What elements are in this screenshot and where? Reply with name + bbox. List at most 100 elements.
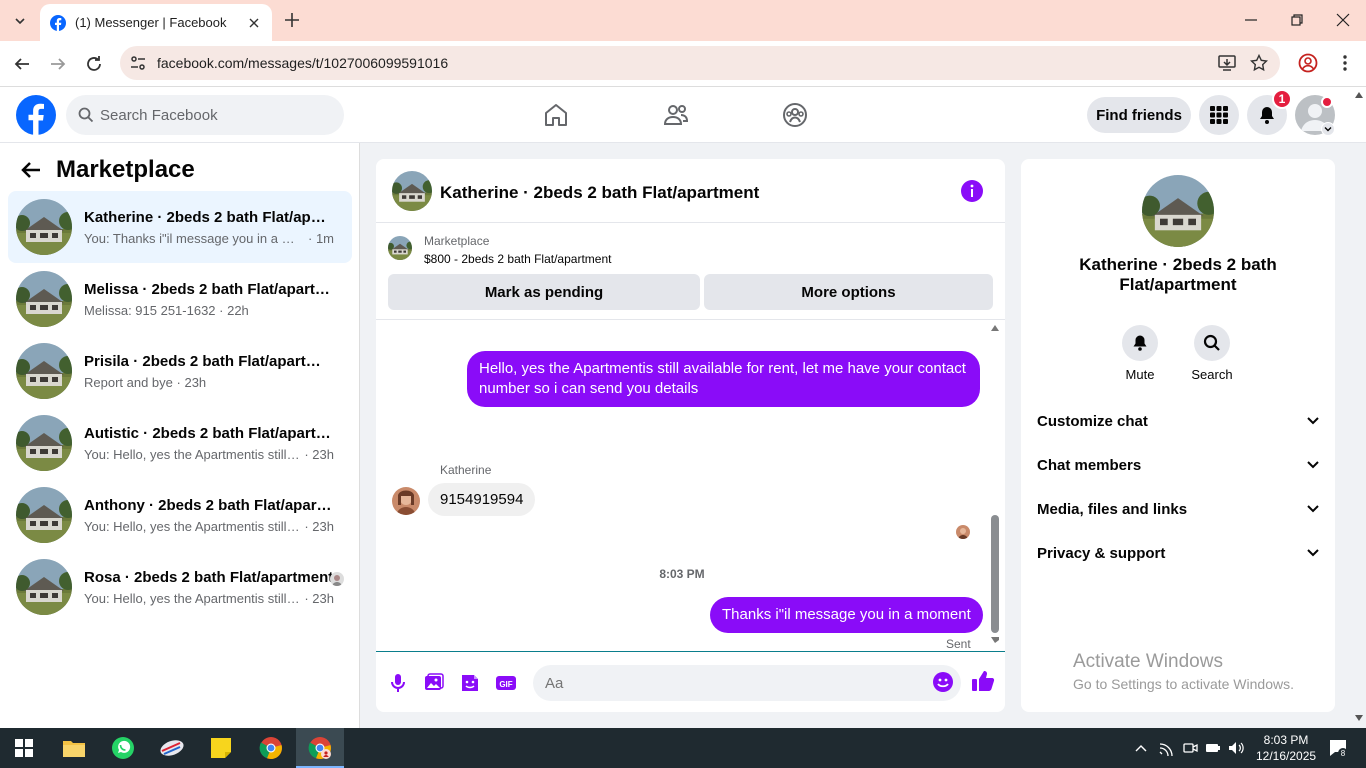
bookmark-star-icon[interactable] (1250, 54, 1268, 72)
section-label: Privacy & support (1037, 544, 1166, 562)
install-app-icon[interactable] (1218, 54, 1236, 72)
watermark-title: Activate Windows (1073, 651, 1223, 672)
file-explorer-app[interactable] (50, 728, 98, 768)
scroll-up-icon[interactable] (1355, 92, 1363, 98)
conversation-item[interactable]: Katherine · 2beds 2 bath Flat/apartment Y… (8, 191, 352, 263)
scroll-down-icon[interactable] (1355, 715, 1363, 721)
conversation-time: 23h (312, 446, 334, 462)
preview-separator: · (215, 302, 228, 318)
bell-icon (1260, 107, 1274, 124)
thread-scroll-thumb[interactable] (991, 515, 999, 633)
marketplace-sidebar: Marketplace Katherine · 2beds 2 bath Fla… (0, 143, 360, 728)
forward-arrow-icon[interactable] (48, 54, 68, 74)
account-alert-dot (1321, 96, 1333, 108)
chat-listing-thumbnail[interactable] (392, 171, 432, 211)
conversation-preview: Melissa: 915 251-1632 (84, 302, 216, 318)
privacy-support-section[interactable]: Privacy & support (1037, 531, 1319, 575)
conversation-item[interactable]: Melissa · 2beds 2 bath Flat/apartment Mel… (8, 263, 352, 335)
conversation-item[interactable]: Autistic · 2beds 2 bath Flat/apartment Yo… (8, 407, 352, 479)
sticker-icon[interactable] (459, 672, 481, 694)
page-scrollbar[interactable] (1352, 90, 1366, 728)
show-hidden-icons-icon[interactable] (1133, 740, 1149, 756)
new-tab-plus-icon[interactable] (282, 10, 302, 30)
listing-thumbnail[interactable] (388, 236, 412, 260)
message-input[interactable] (533, 665, 961, 701)
facebook-search-box[interactable] (66, 95, 344, 135)
battery-icon[interactable] (1205, 740, 1221, 756)
chat-title[interactable]: Katherine · 2beds 2 bath Flat/apartment (440, 183, 759, 203)
listing-title[interactable]: $800 - 2beds 2 bath Flat/apartment (424, 252, 611, 266)
outgoing-message[interactable]: Hello, yes the Apartmentis still availab… (467, 351, 980, 407)
conversation-item[interactable]: Anthony · 2beds 2 bath Flat/apartment You… (8, 479, 352, 551)
home-icon[interactable] (542, 101, 570, 129)
notification-count: 8 (1341, 749, 1346, 758)
back-button[interactable] (16, 155, 46, 185)
conversation-name: Anthony · 2beds 2 bath Flat/apartment (84, 496, 334, 514)
site-settings-icon[interactable] (129, 54, 147, 72)
sender-name: Katherine (440, 463, 492, 477)
gif-icon[interactable]: GIF (495, 672, 517, 694)
sticky-notes-app[interactable] (197, 728, 245, 768)
conversation-photo[interactable] (1142, 175, 1214, 247)
friends-icon[interactable] (662, 101, 690, 129)
conversation-name: Katherine · 2beds 2 bath Flat/apartment (84, 208, 334, 226)
chat-members-section[interactable]: Chat members (1037, 443, 1319, 487)
incoming-message[interactable]: 9154919594 (428, 483, 536, 516)
chrome-profile-app[interactable] (296, 728, 344, 768)
meet-now-icon[interactable] (1182, 740, 1198, 756)
search-in-conversation-button[interactable]: Search (1182, 325, 1242, 382)
account-chevron-icon[interactable] (1321, 122, 1335, 136)
bell-icon (1133, 335, 1147, 351)
read-receipt-avatar (956, 525, 970, 539)
tab-close-icon[interactable] (246, 15, 262, 31)
thumbs-up-icon[interactable] (971, 669, 995, 693)
conversation-time: 23h (312, 518, 334, 534)
chrome-menu-icon[interactable] (1335, 53, 1355, 73)
scroll-up-icon[interactable] (991, 325, 999, 331)
menu-grid-button[interactable] (1199, 95, 1239, 135)
whatsapp-app[interactable] (99, 728, 147, 768)
conversation-thumbnail (16, 415, 72, 471)
mute-button[interactable]: Mute (1110, 325, 1170, 382)
more-options-button[interactable]: More options (704, 274, 993, 310)
back-arrow-icon[interactable] (12, 54, 32, 74)
info-icon[interactable] (961, 180, 983, 202)
system-clock[interactable]: 8:03 PM 12/16/2025 (1256, 732, 1316, 764)
facebook-logo-icon[interactable] (16, 95, 56, 135)
tab-search-icon[interactable] (8, 9, 32, 33)
reload-icon[interactable] (84, 54, 104, 74)
start-button[interactable] (0, 728, 48, 768)
sender-avatar[interactable] (392, 487, 420, 515)
volume-icon[interactable] (1228, 740, 1244, 756)
groups-icon[interactable] (781, 101, 809, 129)
thread-scrollbar[interactable] (988, 321, 1002, 651)
chrome-app[interactable] (247, 728, 295, 768)
restore-icon[interactable] (1288, 11, 1306, 29)
microphone-icon[interactable] (387, 672, 409, 694)
notification-center-icon: 8 (1330, 740, 1348, 758)
conversation-name: Autistic · 2beds 2 bath Flat/apartment (84, 424, 334, 442)
outgoing-message[interactable]: Thanks i"il message you in a moment (710, 597, 983, 633)
chat-panel: Katherine · 2beds 2 bath Flat/apartment … (376, 159, 1005, 712)
conversation-time: 23h (312, 590, 334, 606)
address-bar[interactable]: facebook.com/messages/t/1027006099591016 (120, 46, 1280, 80)
photo-icon[interactable] (423, 672, 445, 694)
facebook-search-input[interactable] (100, 106, 320, 124)
chrome-profile-icon[interactable] (1298, 53, 1318, 73)
media-files-links-section[interactable]: Media, files and links (1037, 487, 1319, 531)
emoji-icon[interactable] (932, 671, 954, 693)
browser-tab[interactable]: (1) Messenger | Facebook (40, 4, 272, 41)
close-window-icon[interactable] (1334, 11, 1352, 29)
conversation-preview: You: Hello, yes the Apartmentis still av… (84, 518, 301, 534)
conversation-item[interactable]: Prisila · 2beds 2 bath Flat/apartment Rep… (8, 335, 352, 407)
customize-chat-section[interactable]: Customize chat (1037, 399, 1319, 443)
notification-center-button[interactable]: 8 (1318, 728, 1358, 768)
conversation-item[interactable]: Rosa · 2beds 2 bath Flat/apartment You: H… (8, 551, 352, 623)
minimize-icon[interactable] (1242, 11, 1260, 29)
scroll-down-icon[interactable] (991, 637, 999, 643)
mark-as-pending-button[interactable]: Mark as pending (388, 274, 700, 310)
pinned-app[interactable] (148, 728, 196, 768)
find-friends-button[interactable]: Find friends (1087, 97, 1191, 133)
wifi-icon[interactable] (1158, 740, 1174, 756)
windows-taskbar: 8:03 PM 12/16/2025 8 (0, 728, 1366, 768)
